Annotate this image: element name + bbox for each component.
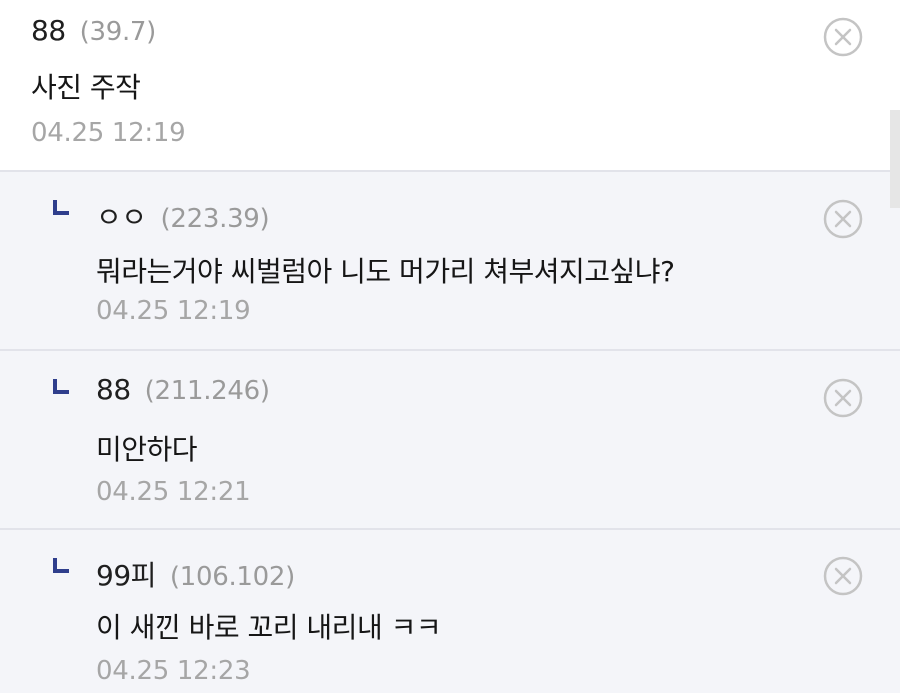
comment-text: 이 새낀 바로 꼬리 내리내 ㅋㅋ (96, 611, 442, 644)
comment-nickname[interactable]: 99피 (96, 554, 156, 594)
reply-corner-icon (53, 379, 69, 394)
reply-corner-icon (53, 558, 69, 573)
comment-header: 88 (39.7) (31, 14, 156, 47)
comment-nickname[interactable]: ㅇㅇ (96, 196, 147, 236)
comment-item: 88 (39.7) 사진 주작 04.25 12:19 (0, 0, 900, 170)
comment-ip: (211.246) (144, 376, 270, 406)
comment-header: ㅇㅇ (223.39) (96, 196, 270, 236)
close-circle-icon[interactable] (823, 378, 863, 418)
scrollbar[interactable] (890, 110, 900, 208)
comment-time: 04.25 12:19 (31, 118, 186, 148)
close-circle-icon[interactable] (823, 199, 863, 239)
close-circle-icon[interactable] (823, 17, 863, 57)
comment-ip: (106.102) (169, 562, 295, 592)
comment-text: 뭐라는거야 씨벌럼아 니도 머가리 쳐부셔지고싶냐? (96, 255, 675, 288)
reply-corner-icon (53, 200, 69, 215)
comment-time: 04.25 12:19 (96, 296, 251, 326)
comment-header: 99피 (106.102) (96, 554, 295, 594)
comment-time: 04.25 12:21 (96, 477, 251, 507)
comment-ip: (39.7) (79, 17, 157, 47)
reply-item: 99피 (106.102) 이 새낀 바로 꼬리 내리내 ㅋㅋ 04.25 12… (0, 528, 900, 693)
reply-item: 88 (211.246) 미안하다 04.25 12:21 (0, 349, 900, 528)
reply-item: ㅇㅇ (223.39) 뭐라는거야 씨벌럼아 니도 머가리 쳐부셔지고싶냐? 0… (0, 170, 900, 349)
comment-ip: (223.39) (160, 204, 270, 234)
comment-text: 미안하다 (96, 433, 198, 466)
comment-header: 88 (211.246) (96, 373, 270, 406)
close-circle-icon[interactable] (823, 556, 863, 596)
comment-text: 사진 주작 (31, 71, 141, 104)
comment-nickname[interactable]: 88 (31, 14, 66, 47)
comment-time: 04.25 12:23 (96, 656, 251, 686)
comment-nickname[interactable]: 88 (96, 373, 131, 406)
